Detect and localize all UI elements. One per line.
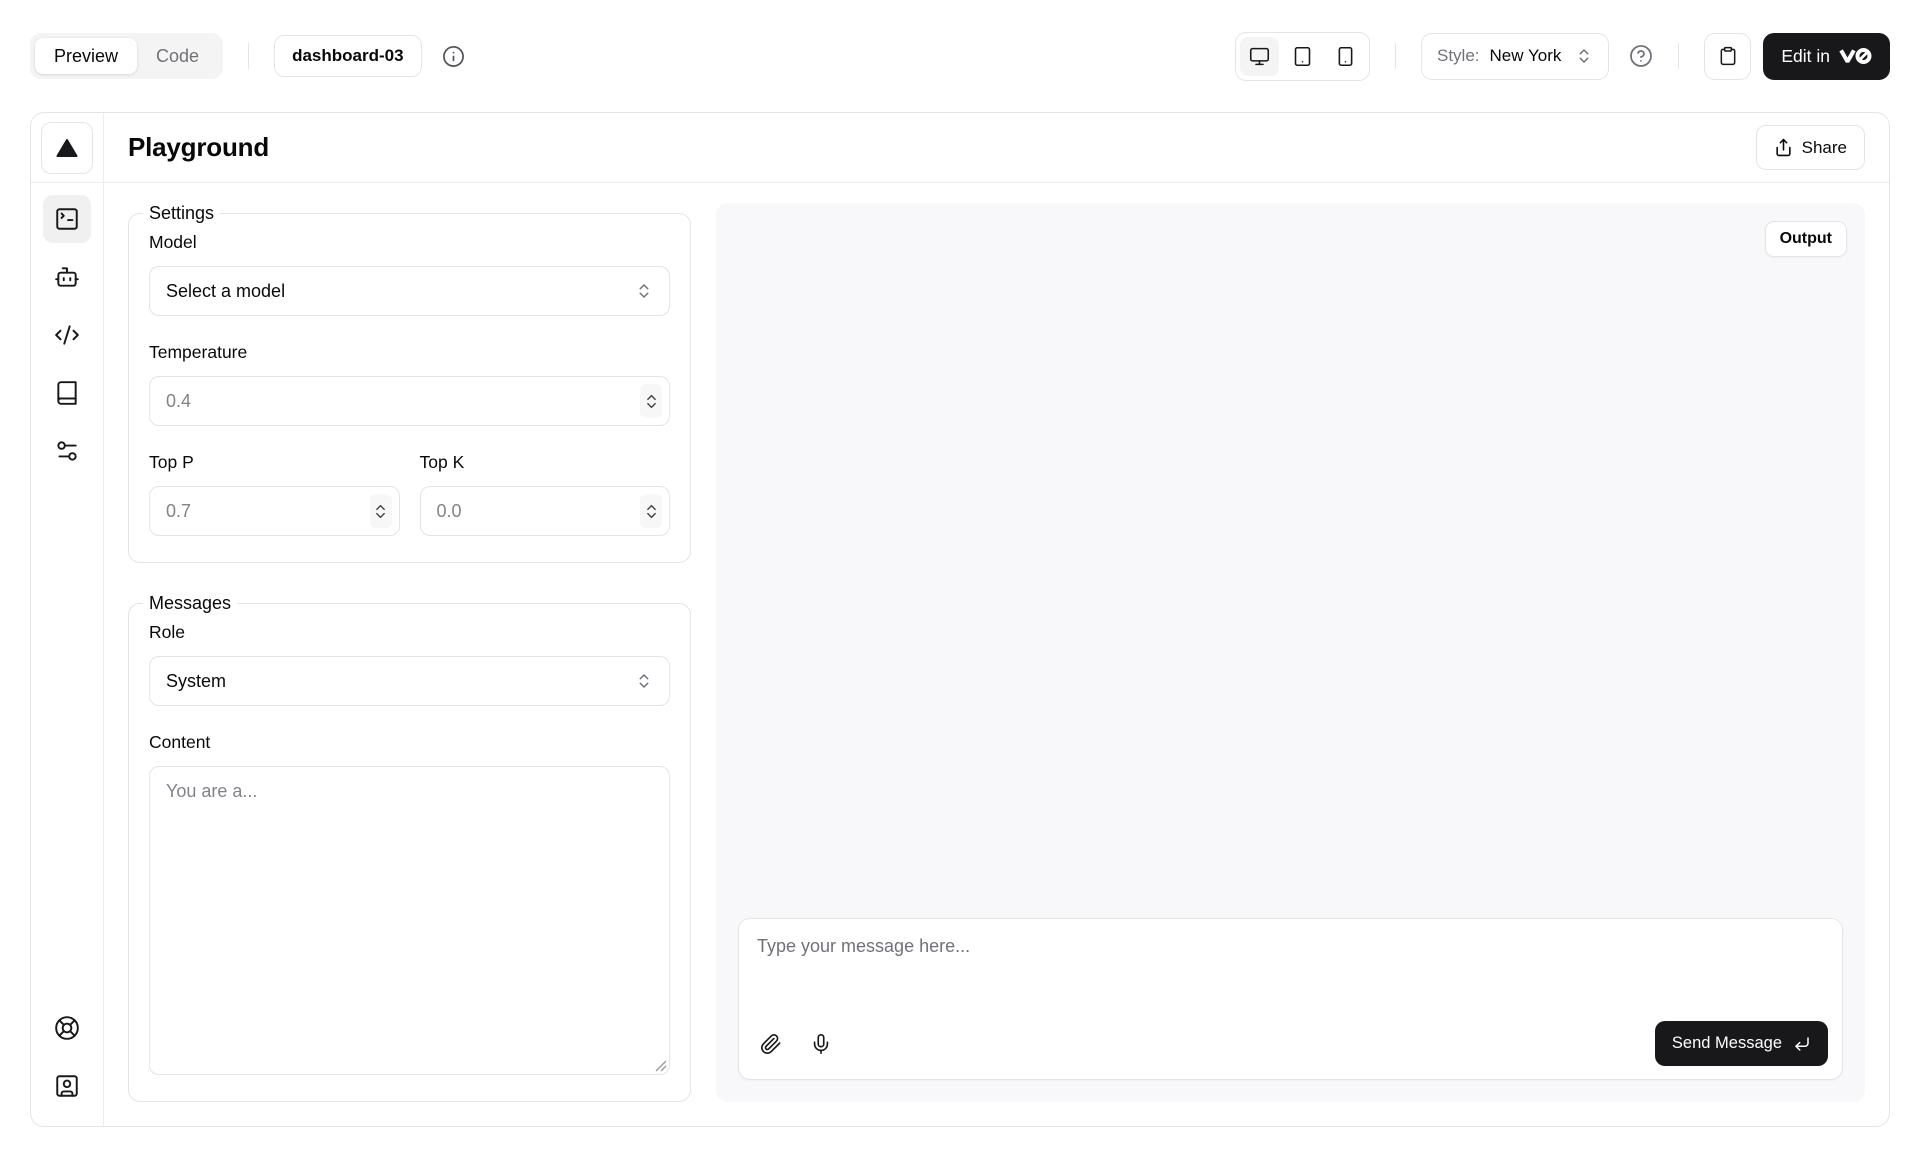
top-p-input[interactable] (149, 486, 400, 536)
top-k-input[interactable] (420, 486, 671, 536)
sidebar-header (31, 113, 103, 183)
tablet-icon (1292, 46, 1313, 67)
home-logo-button[interactable] (41, 122, 93, 174)
app-frame: Playground Share Settings Model Select a… (30, 112, 1890, 1127)
content: Settings Model Select a model Temperatur… (104, 183, 1889, 1126)
device-desktop-button[interactable] (1240, 37, 1279, 76)
circle-help-icon[interactable] (1629, 44, 1653, 68)
attach-file-button[interactable] (751, 1024, 791, 1064)
settings2-icon (54, 438, 80, 464)
toolbar-separator (1678, 43, 1679, 69)
sidebar-item-api[interactable] (43, 311, 91, 359)
style-select-value: New York (1490, 46, 1562, 66)
output-badge: Output (1765, 221, 1847, 257)
share-button[interactable]: Share (1756, 125, 1865, 170)
clipboard-icon (1718, 46, 1738, 66)
message-composer: Send Message (738, 918, 1843, 1080)
number-spinner-icon[interactable] (640, 494, 662, 528)
temperature-field: Temperature (149, 342, 670, 426)
top-p-field: Top P (149, 452, 400, 536)
number-spinner-icon[interactable] (640, 384, 662, 418)
style-select[interactable]: Style: New York (1421, 33, 1609, 80)
model-select-value: Select a model (166, 281, 285, 302)
content-field: Content (149, 732, 670, 1075)
edit-in-v0-button[interactable]: Edit in (1763, 33, 1890, 80)
page-title: Playground (128, 132, 269, 163)
send-message-label: Send Message (1672, 1034, 1782, 1053)
composer-toolbar: Send Message (739, 1021, 1842, 1079)
v0-logo-icon (1839, 48, 1872, 64)
style-select-label: Style: (1437, 46, 1480, 66)
sidebar-item-account[interactable] (43, 1062, 91, 1110)
model-select[interactable]: Select a model (149, 266, 670, 316)
life-buoy-icon (54, 1015, 80, 1041)
messages-fieldset: Messages Role System Content (128, 593, 691, 1102)
sidebar-item-help[interactable] (43, 1004, 91, 1052)
toolbar-separator (1395, 43, 1396, 69)
device-phone-button[interactable] (1326, 37, 1365, 76)
caret-sort-icon (635, 282, 653, 300)
settings-form: Settings Model Select a model Temperatur… (128, 203, 691, 1102)
square-terminal-icon (54, 206, 80, 232)
model-label: Model (149, 232, 670, 253)
top-k-field: Top K (420, 452, 671, 536)
top-p-label: Top P (149, 452, 400, 473)
tab-preview[interactable]: Preview (35, 38, 137, 74)
edit-in-v0-label: Edit in (1781, 46, 1830, 67)
sidebar-bottom-nav (31, 992, 103, 1126)
toolbar-separator (248, 43, 249, 69)
paperclip-icon (760, 1033, 782, 1055)
triangle-logo-icon (55, 136, 79, 160)
sidebar-item-models[interactable] (43, 253, 91, 301)
messages-legend: Messages (143, 593, 237, 614)
sidebar (31, 113, 104, 1126)
sidebar-nav (31, 183, 103, 487)
sidebar-item-playground[interactable] (43, 195, 91, 243)
monitor-icon (1249, 46, 1270, 67)
copy-code-button[interactable] (1704, 33, 1751, 80)
device-tablet-button[interactable] (1283, 37, 1322, 76)
block-name-badge[interactable]: dashboard-03 (274, 35, 421, 77)
number-spinner-icon[interactable] (370, 494, 392, 528)
square-user-icon (54, 1073, 80, 1099)
model-field: Model Select a model (149, 232, 670, 316)
message-input[interactable] (739, 919, 1842, 1021)
share-icon (1774, 138, 1793, 157)
role-select-value: System (166, 671, 226, 692)
top-toolbar: Preview Code dashboard-03 (0, 0, 1920, 112)
temperature-input[interactable] (149, 376, 670, 426)
temperature-label: Temperature (149, 342, 670, 363)
smartphone-icon (1335, 46, 1356, 67)
top-p-k-row: Top P Top K (149, 452, 670, 536)
content-label: Content (149, 732, 670, 753)
device-toggle-group (1235, 32, 1370, 81)
toolbar-right: Style: New York Edit in (1235, 32, 1890, 81)
top-k-label: Top K (420, 452, 671, 473)
output-panel: Output (716, 203, 1865, 1102)
mic-icon (810, 1033, 832, 1055)
info-icon[interactable] (442, 45, 465, 68)
toolbar-left: Preview Code dashboard-03 (30, 33, 465, 79)
code-icon (54, 322, 80, 348)
use-microphone-button[interactable] (801, 1024, 841, 1064)
corner-down-left-icon (1793, 1035, 1811, 1053)
settings-fieldset: Settings Model Select a model Temperatur… (128, 203, 691, 563)
page-header: Playground Share (104, 113, 1889, 183)
tab-code[interactable]: Code (137, 38, 218, 74)
sidebar-item-settings[interactable] (43, 427, 91, 475)
send-message-button[interactable]: Send Message (1655, 1021, 1828, 1066)
view-tab-group: Preview Code (30, 33, 223, 79)
main-area: Playground Share Settings Model Select a… (104, 113, 1889, 1126)
content-textarea[interactable] (149, 766, 670, 1075)
caret-sort-icon (1575, 47, 1593, 65)
bot-icon (54, 264, 80, 290)
book-icon (54, 380, 80, 406)
role-field: Role System (149, 622, 670, 706)
role-label: Role (149, 622, 670, 643)
sidebar-item-documentation[interactable] (43, 369, 91, 417)
caret-sort-icon (635, 672, 653, 690)
share-button-label: Share (1802, 138, 1847, 158)
settings-legend: Settings (143, 203, 220, 224)
role-select[interactable]: System (149, 656, 670, 706)
